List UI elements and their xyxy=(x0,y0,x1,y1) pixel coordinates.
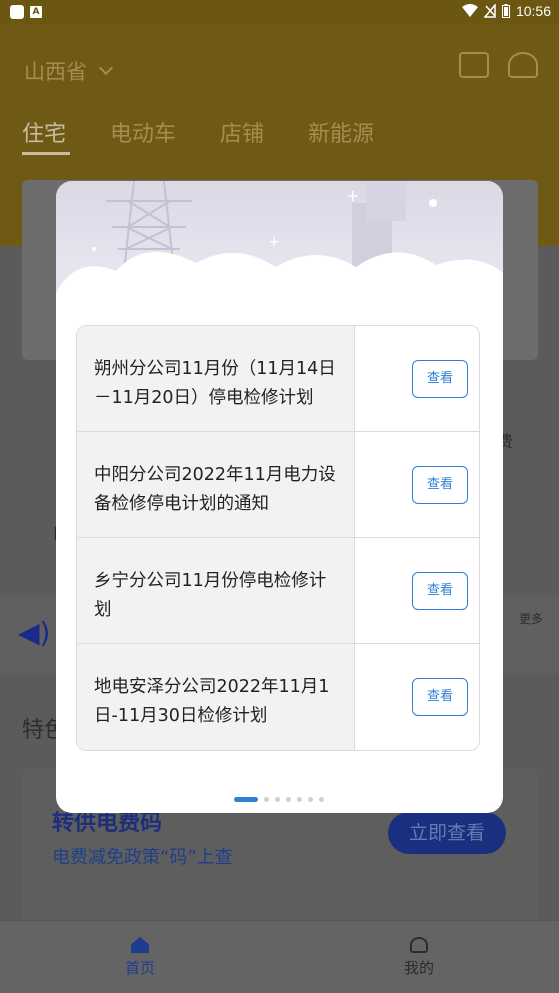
speaker-icon: ◀) xyxy=(18,616,51,649)
tab-electric-vehicle[interactable]: 电动车 xyxy=(110,116,176,148)
view-button[interactable]: 查看 xyxy=(412,678,468,716)
status-time: 10:56 xyxy=(515,3,551,19)
no-signal-icon xyxy=(483,4,496,18)
promo-subtitle: 电费减免政策“码”上查 xyxy=(52,847,233,868)
notice-table: 朔州分公司11月份（11月14日－11月20日）停电检修计划 查看 中阳分公司2… xyxy=(76,325,480,751)
page-dot[interactable] xyxy=(319,797,324,802)
chevron-down-icon xyxy=(98,60,114,76)
province-label: 山西省 xyxy=(24,60,87,84)
notice-title: 中阳分公司2022年11月电力设备检修停电计划的通知 xyxy=(77,432,355,537)
page-dot[interactable] xyxy=(275,797,280,802)
notice-title: 朔州分公司11月份（11月14日－11月20日）停电检修计划 xyxy=(77,326,355,431)
view-button[interactable]: 查看 xyxy=(412,360,468,398)
user-icon xyxy=(410,937,428,953)
home-icon xyxy=(131,937,149,953)
svg-text:+: + xyxy=(346,186,359,205)
bottom-nav: 首页 我的 xyxy=(0,920,559,993)
status-bar: A 10:56 xyxy=(0,0,559,24)
svg-text:+: + xyxy=(268,234,280,250)
app-notification-icon xyxy=(10,5,24,19)
page-indicator[interactable] xyxy=(234,797,324,802)
page-dot[interactable] xyxy=(308,797,313,802)
page-dot[interactable] xyxy=(264,797,269,802)
nav-home-label: 首页 xyxy=(124,959,155,977)
province-selector[interactable]: 山西省 xyxy=(24,56,114,86)
more-link[interactable]: 更多 xyxy=(519,610,543,627)
a-notification-icon: A xyxy=(30,6,42,18)
nav-mine-label: 我的 xyxy=(403,959,434,977)
page-dot[interactable] xyxy=(297,797,302,802)
category-tabs: 住宅 电动车 店铺 新能源 xyxy=(22,116,374,148)
page-dot[interactable] xyxy=(286,797,291,802)
view-button[interactable]: 查看 xyxy=(412,466,468,504)
page-dot-active[interactable] xyxy=(234,797,258,802)
active-tab-indicator xyxy=(22,152,70,155)
promo-view-button[interactable]: 立即查看 xyxy=(388,812,506,854)
notice-row: 乡宁分公司11月份停电检修计划 查看 xyxy=(77,538,479,644)
outage-notice-modal: + + 朔州分公司11月份（11月14日－11月20日）停电检修计划 查看 中阳… xyxy=(56,181,503,813)
view-button[interactable]: 查看 xyxy=(412,572,468,610)
customer-service-icon[interactable] xyxy=(508,52,538,78)
wifi-icon xyxy=(461,4,478,17)
tab-residential[interactable]: 住宅 xyxy=(22,116,66,148)
nav-home[interactable]: 首页 xyxy=(100,937,180,978)
battery-icon xyxy=(501,4,510,18)
notice-title: 乡宁分公司11月份停电检修计划 xyxy=(77,538,355,643)
notice-row: 朔州分公司11月份（11月14日－11月20日）停电检修计划 查看 xyxy=(77,326,479,432)
tab-new-energy[interactable]: 新能源 xyxy=(308,116,374,148)
message-icon[interactable] xyxy=(459,52,489,78)
modal-banner-illustration: + + xyxy=(56,181,503,311)
notice-row: 中阳分公司2022年11月电力设备检修停电计划的通知 查看 xyxy=(77,432,479,538)
notice-row: 地电安泽分公司2022年11月1日-11月30日检修计划 查看 xyxy=(77,644,479,750)
nav-mine[interactable]: 我的 xyxy=(379,937,459,978)
notice-title: 地电安泽分公司2022年11月1日-11月30日检修计划 xyxy=(77,644,355,750)
tab-shop[interactable]: 店铺 xyxy=(220,116,264,148)
